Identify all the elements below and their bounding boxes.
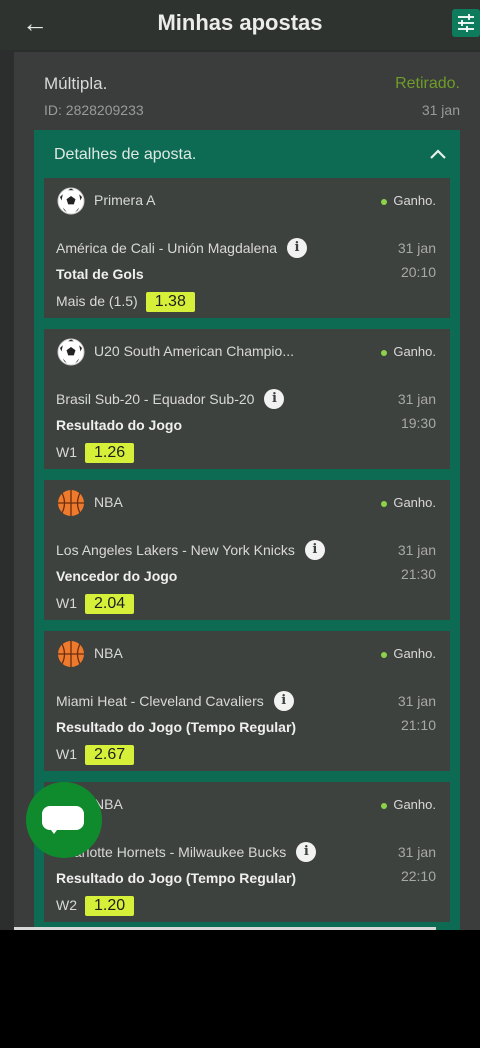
bet-status: Retirado. [395,75,460,92]
pick-row: W2 1.20 [56,896,135,916]
event-row: Los Angeles Lakers - New York Knicks i [56,538,325,562]
leg-result-label: Ganho. [393,344,436,359]
event-date: 31 jan [397,240,436,256]
bet-leg-card: NBA Ganho. Miami Heat - Cleveland Cavalier… [44,631,450,771]
leg-result: Ganho. [381,495,436,510]
event-row: América de Cali - Unión Magdalena i [56,236,307,260]
league-name: U20 South American Champio... [94,343,294,359]
market-name: Resultado do Jogo [56,417,182,433]
bet-leg-card: U20 South American Champio... Ganho. Brasi… [44,329,450,469]
league-name: NBA [94,645,123,661]
leg-result-label: Ganho. [393,193,436,208]
odds-badge: 1.38 [145,292,195,312]
odds-badge: 1.26 [85,443,135,463]
event-date: 31 jan [397,542,436,558]
basketball-icon [56,488,86,518]
event-time: 21:10 [400,717,436,733]
sliders-icon[interactable] [452,9,480,37]
event-teams: Miami Heat - Cleveland Cavaliers [56,693,264,709]
status-dot [381,349,388,356]
leg-result-label: Ganho. [393,495,436,510]
odds-badge: 2.04 [85,594,135,614]
event-date: 31 jan [397,844,436,860]
event-row: Charlotte Hornets - Milwaukee Bucks i [56,840,317,864]
info-icon[interactable]: i [296,842,317,862]
leg-result: Ganho. [381,193,436,208]
chat-button[interactable] [26,782,102,858]
bet-leg-card: NBA Ganho. Los Angeles Lakers - New York K… [44,480,450,620]
pick-row: W1 2.67 [56,745,135,765]
event-time: 19:30 [400,415,436,431]
event-teams: América de Cali - Unión Magdalena [56,240,277,256]
status-dot [381,500,388,507]
leg-result-label: Ganho. [393,797,436,812]
page-title: Minhas apostas [157,10,323,35]
status-dot [381,198,388,205]
bet-date: 31 jan [421,102,460,118]
event-time: 21:30 [400,566,436,582]
pick-row: W1 1.26 [56,443,135,463]
pick-label: W2 [56,897,77,913]
event-teams: Brasil Sub-20 - Equador Sub-20 [56,391,255,407]
bet-details-toggle[interactable]: Detalhes de aposta. [54,146,196,164]
soccer-ball-icon [56,186,86,216]
pick-label: W1 [56,746,77,762]
league-name: Primera A [94,192,156,208]
event-date: 31 jan [397,693,436,709]
chevron-up-icon[interactable] [428,146,448,162]
event-teams: Los Angeles Lakers - New York Knicks [56,542,295,558]
pick-label: W1 [56,444,77,460]
info-icon[interactable]: i [273,691,294,711]
pick-label: Mais de (1.5) [56,293,138,309]
pick-row: W1 2.04 [56,594,135,614]
leg-result: Ganho. [381,344,436,359]
screen: ← Minhas apostas Múltipla. ID: 282820923… [0,0,480,930]
pick-label: W1 [56,595,77,611]
market-name: Resultado do Jogo (Tempo Regular) [56,870,297,886]
league-name: NBA [94,494,123,510]
info-icon[interactable]: i [287,238,307,258]
status-dot [381,651,388,658]
event-time: 22:10 [400,868,436,884]
status-dot [381,802,388,809]
info-icon[interactable]: i [304,540,325,560]
leg-result-label: Ganho. [393,646,436,661]
market-name: Total de Gols [56,266,144,282]
info-icon[interactable]: i [264,389,285,409]
bet-id: ID: 2828209233 [44,102,144,118]
event-date: 31 jan [397,391,436,407]
scrollbar[interactable] [14,927,436,930]
market-name: Resultado do Jogo (Tempo Regular) [56,719,297,735]
odds-badge: 1.20 [85,896,135,916]
bet-leg-card: NBA Ganho. Charlotte Hornets - Milwaukee B… [44,782,450,922]
event-row: Brasil Sub-20 - Equador Sub-20 i [56,387,285,411]
bet-leg-card: Primera A Ganho. América de Cali - Unión M… [44,178,450,318]
pick-row: Mais de (1.5) 1.38 [56,292,195,312]
basketball-icon [56,639,86,669]
event-row: Miami Heat - Cleveland Cavaliers i [56,689,294,713]
event-time: 20:10 [400,264,436,280]
market-name: Vencedor do Jogo [56,568,178,584]
leg-result: Ganho. [381,646,436,661]
soccer-ball-icon [56,337,86,367]
odds-badge: 2.67 [85,745,135,765]
bet-type: Múltipla. [44,74,108,93]
leg-result: Ganho. [381,797,436,812]
app-header: ← Minhas apostas [0,0,480,50]
